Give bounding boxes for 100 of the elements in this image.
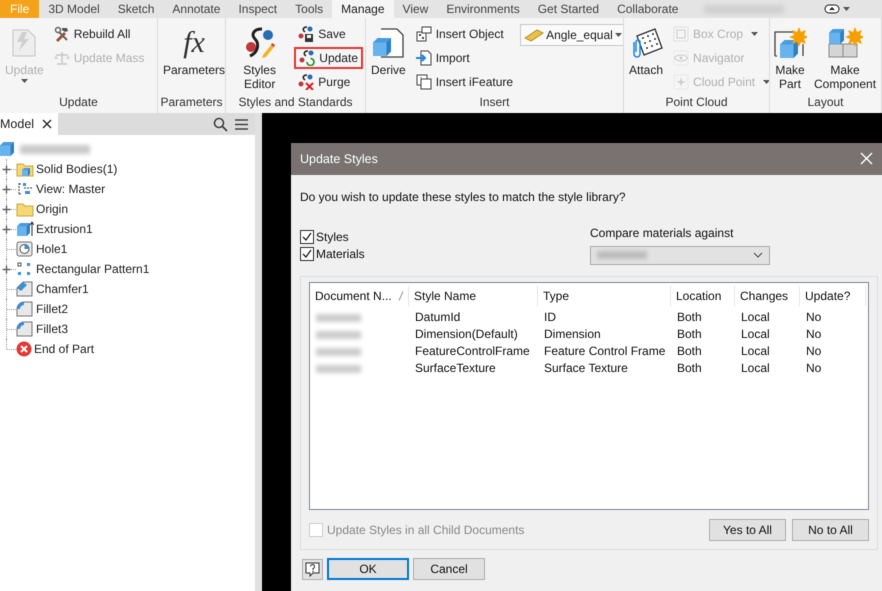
tree-item[interactable]: Extrusion1 bbox=[36, 222, 93, 236]
check-icon bbox=[301, 248, 313, 260]
browser-tab[interactable]: Model bbox=[0, 113, 58, 135]
fillet-icon bbox=[16, 301, 34, 317]
table-cell-text: FeatureControlFrame bbox=[414, 343, 531, 360]
dialog-button[interactable]: Yes to All bbox=[709, 519, 786, 541]
ribbon-tab[interactable]: Get Started bbox=[528, 0, 608, 18]
ribbon-button[interactable]: Insert Object bbox=[412, 23, 518, 45]
column-header[interactable]: Location bbox=[671, 286, 735, 306]
table-cell-text: Both bbox=[676, 343, 703, 360]
dotted-box-icon bbox=[673, 26, 690, 42]
ribbon-button[interactable]: Rebuild All bbox=[50, 23, 148, 45]
close-icon bbox=[42, 119, 52, 129]
ribbon-button[interactable]: Import bbox=[412, 47, 518, 69]
tree-item[interactable]: Chamfer1 bbox=[36, 282, 89, 296]
view-tree-icon bbox=[16, 181, 34, 197]
tree-item[interactable]: Rectangular Pattern1 bbox=[36, 262, 150, 276]
ribbon-tab[interactable]: Environments bbox=[437, 0, 529, 18]
chamfer-icon bbox=[16, 281, 34, 297]
ribbon-tab[interactable]: Tools bbox=[286, 0, 332, 18]
tree-item[interactable]: Hole1 bbox=[36, 242, 68, 256]
ribbon-button[interactable]: Insert iFeature bbox=[412, 71, 518, 93]
group-label: Layout bbox=[806, 94, 845, 111]
redacted-value-block bbox=[597, 251, 647, 260]
ribbon-button[interactable]: fx Parameters bbox=[160, 22, 225, 94]
extrusion-cube-icon bbox=[16, 221, 34, 237]
close-icon[interactable] bbox=[860, 152, 873, 166]
ribbon-button[interactable]: Make Component bbox=[811, 22, 880, 94]
redacted-document-block bbox=[316, 314, 361, 322]
ribbon-tab[interactable]: View bbox=[394, 0, 438, 18]
checkbox-label: Styles bbox=[316, 230, 349, 244]
tree-item[interactable]: View: Master bbox=[36, 182, 106, 196]
dialog-button[interactable]: No to All bbox=[792, 519, 869, 541]
group-label: Parameters bbox=[159, 94, 224, 111]
checkbox[interactable] bbox=[300, 246, 314, 261]
ribbon-tab[interactable]: Inspect bbox=[229, 0, 286, 18]
help-bubble-icon bbox=[305, 562, 320, 576]
ribbon-tab[interactable]: Collaborate bbox=[608, 0, 688, 18]
dialog-message: Do you wish to update these styles to match the style library? bbox=[300, 190, 626, 204]
ribbon-tab[interactable]: 3D Model bbox=[39, 0, 109, 18]
import-icon bbox=[416, 50, 432, 66]
redacted-name-block bbox=[20, 144, 90, 154]
ribbon-button[interactable]: Styles Editor bbox=[228, 22, 292, 94]
menu-icon[interactable] bbox=[234, 116, 249, 132]
dialog-button[interactable]: OK bbox=[327, 558, 409, 580]
redacted-document-block bbox=[316, 330, 361, 338]
table-cell-text: Surface Texture bbox=[543, 360, 629, 377]
table-cell-text: Both bbox=[676, 309, 703, 326]
checkbox[interactable] bbox=[300, 230, 314, 244]
tree-item[interactable]: Fillet3 bbox=[36, 322, 68, 336]
table-cell-text: No bbox=[805, 343, 822, 360]
column-header[interactable]: Style Name bbox=[409, 286, 538, 306]
ribbon-button[interactable]: Make Part bbox=[772, 22, 808, 94]
table-cell-text: Local bbox=[740, 360, 771, 377]
table-cell-text: ID bbox=[543, 309, 557, 326]
dialog-title: Update Styles bbox=[300, 152, 378, 166]
tree-item[interactable]: End of Part bbox=[34, 342, 94, 356]
group-label: Point Cloud bbox=[664, 94, 729, 111]
table-cell-text: No bbox=[805, 326, 822, 343]
insert-object-icon bbox=[416, 26, 432, 42]
tree-item[interactable]: Fillet2 bbox=[36, 302, 68, 316]
ribbon-button[interactable]: Attach bbox=[626, 22, 666, 94]
ribbon-button[interactable]: Save bbox=[294, 23, 363, 45]
dialog-button[interactable]: Cancel bbox=[413, 558, 485, 580]
folder-cube-icon bbox=[16, 161, 34, 177]
sparkle-point-icon bbox=[673, 74, 690, 90]
part-cube-icon bbox=[0, 142, 14, 156]
ribbon-button[interactable]: Update bbox=[294, 47, 363, 69]
ribbon-tab[interactable]: Annotate bbox=[163, 0, 230, 18]
cubes-star-icon bbox=[827, 26, 864, 60]
tree-item[interactable]: Origin bbox=[36, 202, 68, 216]
group-label: Styles and Standards bbox=[237, 94, 354, 111]
tree-item[interactable]: Solid Bodies(1) bbox=[36, 162, 118, 176]
ifeature-icon bbox=[416, 74, 432, 90]
ribbon-toggle-icon[interactable] bbox=[824, 4, 840, 14]
save-style-icon bbox=[298, 26, 314, 42]
refresh-style-icon bbox=[299, 50, 316, 66]
column-header[interactable]: Update? bbox=[800, 286, 866, 306]
field-label: Compare materials against bbox=[590, 226, 734, 240]
hole-icon bbox=[16, 241, 34, 257]
scale-icon bbox=[54, 50, 70, 66]
table-cell-text: No bbox=[805, 309, 822, 326]
table-cell-text: Local bbox=[740, 309, 771, 326]
eye-icon bbox=[673, 50, 690, 66]
ribbon-tab[interactable]: Manage bbox=[332, 0, 394, 18]
ribbon-button[interactable]: Purge bbox=[294, 71, 363, 93]
search-icon[interactable] bbox=[213, 116, 228, 132]
ribbon-button[interactable]: Derive bbox=[368, 22, 409, 94]
column-header[interactable]: Changes bbox=[735, 286, 800, 306]
column-header[interactable]: Document N... bbox=[310, 286, 409, 306]
table-cell-text: No bbox=[805, 360, 822, 377]
help-button[interactable] bbox=[302, 558, 323, 580]
document-cube-icon bbox=[371, 26, 406, 60]
ribbon-tab[interactable]: Sketch bbox=[108, 0, 164, 18]
style-dropdown[interactable]: Angle_equal bbox=[520, 24, 623, 46]
sort-indicator-icon bbox=[398, 291, 404, 301]
redacted-document-block bbox=[316, 364, 361, 372]
purge-style-icon bbox=[298, 74, 314, 90]
table-cell-text: DatumId bbox=[414, 309, 462, 326]
column-header[interactable]: Type bbox=[538, 286, 671, 306]
